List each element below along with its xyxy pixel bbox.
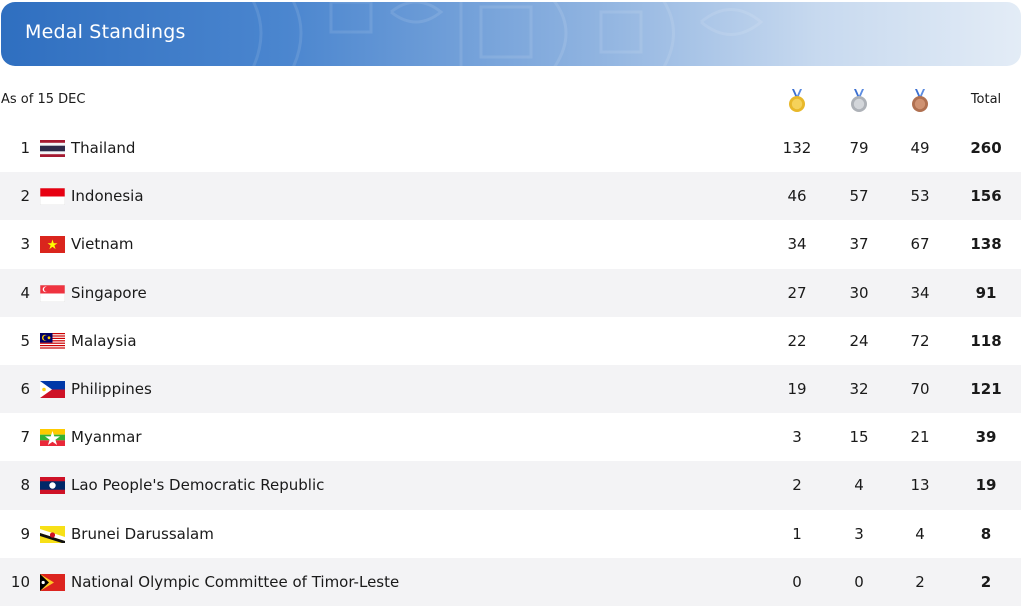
silver-count: 37 (849, 235, 869, 254)
country-name[interactable]: Vietnam (71, 220, 134, 268)
silver-medal-icon (851, 89, 867, 112)
vietnam-flag-icon (40, 236, 65, 254)
table-row[interactable]: 3 Vietnam 34 37 67 138 (0, 220, 1021, 268)
country-name[interactable]: Lao People's Democratic Republic (71, 461, 324, 509)
rank: 2 (20, 187, 30, 206)
silver-count: 57 (849, 187, 869, 206)
philippines-flag-icon (40, 380, 65, 398)
total-count: 121 (970, 379, 1002, 398)
header-banner: Medal Standings (1, 2, 1021, 66)
gold-count: 19 (787, 379, 807, 398)
bronze-count: 72 (910, 331, 930, 350)
thailand-flag-icon (40, 140, 65, 157)
malaysia-flag-icon (40, 332, 65, 350)
bronze-medal-icon (912, 89, 928, 112)
gold-medal-icon (789, 89, 805, 112)
gold-count: 3 (792, 428, 802, 447)
bronze-count: 49 (910, 139, 930, 157)
total-count: 138 (970, 235, 1002, 254)
bronze-count: 13 (910, 476, 930, 495)
rank: 10 (10, 572, 30, 591)
bronze-count: 34 (910, 283, 930, 302)
total-count: 118 (970, 331, 1002, 350)
rank: 1 (20, 139, 30, 157)
rank: 6 (20, 379, 30, 398)
table-row[interactable]: 1 Thailand 132 79 49 260 (0, 124, 1021, 172)
rank: 7 (20, 428, 30, 447)
table-row[interactable]: 5 Malaysia 22 24 72 118 (0, 317, 1021, 365)
table-row[interactable]: 8 Lao People's Democratic Republic 2 4 1… (0, 461, 1021, 510)
gold-count: 132 (782, 139, 812, 157)
silver-count: 0 (854, 572, 864, 591)
total-count: 2 (980, 572, 992, 591)
rank: 4 (20, 283, 30, 302)
country-name[interactable]: Indonesia (71, 172, 144, 220)
country-name[interactable]: Myanmar (71, 413, 142, 461)
rank: 8 (20, 476, 30, 495)
laos-flag-icon (40, 477, 65, 495)
gold-count: 1 (792, 524, 802, 543)
singapore-flag-icon (40, 284, 65, 302)
gold-count: 2 (792, 476, 802, 495)
total-count: 91 (975, 283, 997, 302)
total-count: 260 (970, 139, 1002, 157)
total-count: 39 (975, 428, 997, 447)
page-title: Medal Standings (25, 21, 186, 43)
country-name[interactable]: Philippines (71, 365, 152, 413)
silver-count: 30 (849, 283, 869, 302)
bronze-count: 4 (915, 524, 925, 543)
total-count: 156 (970, 187, 1002, 206)
bronze-count: 67 (910, 235, 930, 254)
gold-count: 46 (787, 187, 807, 206)
country-name[interactable]: Thailand (71, 124, 135, 172)
brunei-flag-icon (40, 525, 65, 543)
total-column-label: Total (970, 92, 1002, 107)
silver-count: 24 (849, 331, 869, 350)
total-count: 19 (975, 476, 997, 495)
country-name[interactable]: Malaysia (71, 317, 137, 365)
silver-count: 3 (854, 524, 864, 543)
table-row[interactable]: 10 National Olympic Committee of Timor-L… (0, 557, 1021, 606)
rank: 5 (20, 331, 30, 350)
bronze-count: 70 (910, 379, 930, 398)
country-name[interactable]: Singapore (71, 269, 147, 317)
gold-count: 22 (787, 331, 807, 350)
table-row[interactable]: 9 Brunei Darussalam 1 3 4 8 (0, 510, 1021, 558)
rank: 3 (20, 235, 30, 254)
table-row[interactable]: 6 Philippines 19 32 70 121 (0, 364, 1021, 414)
silver-count: 4 (854, 476, 864, 495)
bronze-count: 21 (910, 428, 930, 447)
total-count: 8 (980, 524, 992, 543)
bronze-count: 53 (910, 187, 930, 206)
table-row[interactable]: 7 Myanmar 3 15 21 39 (0, 413, 1021, 461)
silver-count: 15 (849, 428, 869, 447)
table-header: As of 15 DEC Total (0, 76, 1024, 124)
country-name[interactable]: Brunei Darussalam (71, 510, 214, 558)
silver-count: 79 (849, 139, 869, 157)
gold-count: 34 (787, 235, 807, 254)
table-row[interactable]: 2 Indonesia 46 57 53 156 (0, 172, 1021, 221)
bronze-count: 2 (915, 572, 925, 591)
country-name[interactable]: National Olympic Committee of Timor-Lest… (71, 558, 399, 606)
gold-count: 0 (792, 572, 802, 591)
rank: 9 (20, 524, 30, 543)
timor-leste-flag-icon (40, 573, 65, 591)
indonesia-flag-icon (40, 188, 65, 206)
as-of-date: As of 15 DEC (1, 92, 86, 107)
gold-count: 27 (787, 283, 807, 302)
table-row[interactable]: 4 Singapore 27 30 34 91 (0, 268, 1021, 317)
myanmar-flag-icon (40, 429, 65, 447)
silver-count: 32 (849, 379, 869, 398)
medal-table: 1 Thailand 132 79 49 260 2 Indonesia 46 … (0, 124, 1024, 606)
